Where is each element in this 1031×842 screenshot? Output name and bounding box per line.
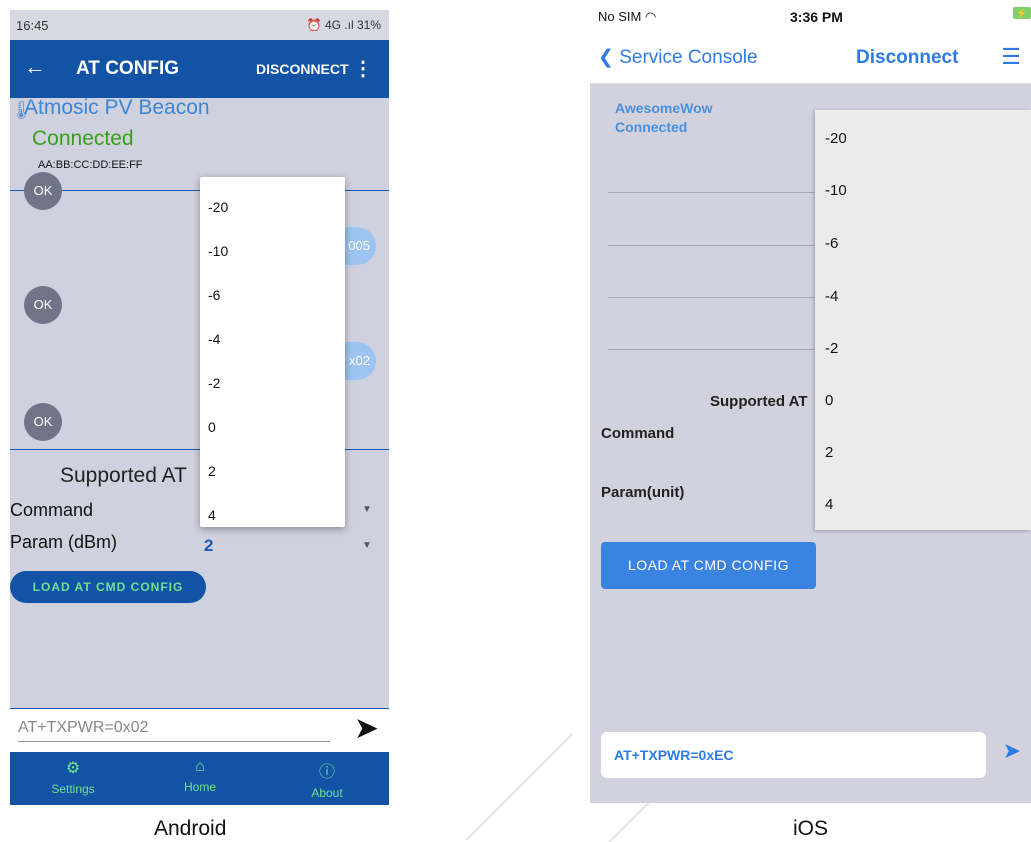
dropdown-option[interactable]: -20 [208,199,228,215]
comparison-screenshot: 16:45 ⏰ 4G .ıl 31% ← AT CONFIG DISCONNEC… [0,0,1031,842]
disconnect-button[interactable]: DISCONNECT [256,61,349,77]
param-picker-menu: -20 -10 -6 -4 -2 0 2 4 [815,110,1031,530]
gear-icon: ⚙ [65,760,81,777]
info-icon: ⓘ [318,764,335,781]
status-carrier: No SIM ◠ [598,9,656,25]
dropdown-option[interactable]: 4 [208,507,216,523]
watermark-stroke [465,733,574,841]
load-at-cmd-config-button[interactable]: LOAD AT CMD CONFIG [10,571,206,603]
device-name: AwesomeWow [615,100,713,116]
ok-bubble: OK [24,403,62,441]
dropdown-option[interactable]: 0 [208,419,216,435]
disconnect-button[interactable]: Disconnect [856,47,958,69]
status-time: 3:36 PM [790,9,843,25]
picker-option[interactable]: -20 [825,130,847,147]
supported-at-heading: Supported AT [60,464,187,487]
back-button[interactable]: ❮ Service Console [598,46,758,69]
chevron-down-icon[interactable]: ▼ [362,540,372,551]
load-at-cmd-config-button[interactable]: LOAD AT CMD CONFIG [601,542,816,589]
android-status-bar: 16:45 ⏰ 4G .ıl 31% [10,10,389,40]
bottom-navigation: ⚙ Settings ⌂ Home ⓘ About [10,752,389,805]
ios-caption: iOS [793,817,829,840]
dropdown-option[interactable]: -6 [208,287,220,303]
android-screen: 16:45 ⏰ 4G .ıl 31% ← AT CONFIG DISCONNEC… [10,10,389,805]
supported-at-heading: Supported AT [710,393,808,410]
divider [608,245,818,246]
status-time: 16:45 [16,18,49,33]
send-icon[interactable]: ➤ [354,711,379,746]
device-name: Atmosic PV Beacon [24,96,210,119]
nav-item-settings[interactable]: ⚙ Settings [23,758,123,796]
device-mac: AA:BB:CC:DD:EE:FF [38,159,143,171]
status-icons: ⏰ 4G .ıl 31% [306,18,381,32]
ok-bubble: OK [24,286,62,324]
nav-label: About [311,786,343,800]
dropdown-option[interactable]: -2 [208,375,220,391]
command-input[interactable]: AT+TXPWR=0xEC [601,732,986,778]
picker-option[interactable]: -10 [825,182,847,199]
android-app-bar: ← AT CONFIG DISCONNECT ⋮ [10,40,389,98]
back-label: Service Console [619,47,758,68]
ios-screen: No SIM ◠ 3:36 PM ⚡ ❮ Service Console Dis… [590,0,1031,803]
param-label: Param (dBm) [10,532,118,552]
command-input-area: AT+TXPWR=0x02 ➤ [10,708,389,752]
dropdown-option[interactable]: 2 [208,463,216,479]
ok-bubble: OK [24,172,62,210]
param-label: Param(unit) [601,484,685,501]
divider [608,297,818,298]
status-carrier-label: No SIM [598,9,642,24]
picker-option[interactable]: 2 [825,444,833,461]
picker-option[interactable]: 4 [825,496,833,513]
picker-option[interactable]: -6 [825,235,838,252]
command-input[interactable]: AT+TXPWR=0x02 [18,719,330,742]
nav-item-home[interactable]: ⌂ Home [150,758,250,794]
divider [608,349,818,350]
home-icon: ⌂ [195,758,205,775]
nav-label: Home [183,780,216,794]
wifi-icon: ◠ [644,9,657,24]
battery-icon: ⚡ [1013,7,1031,19]
picker-option[interactable]: -4 [825,288,838,305]
connection-status: Connected [615,119,688,135]
picker-option[interactable]: 0 [825,392,833,409]
chevron-down-icon[interactable]: ▼ [362,504,372,515]
command-label: Command [601,425,675,442]
nav-label: Settings [51,782,95,796]
back-arrow-icon[interactable]: ← [24,54,46,80]
nav-item-about[interactable]: ⓘ About [277,758,377,800]
android-caption: Android [154,817,227,840]
param-dropdown-menu: -20 -10 -6 -4 -2 0 2 4 [200,177,345,527]
ios-nav-bar: No SIM ◠ 3:36 PM ⚡ ❮ Service Console Dis… [590,0,1031,84]
connection-status: Connected [32,127,134,150]
chevron-left-icon: ❮ [598,47,614,68]
page-title: AT CONFIG [76,58,180,79]
param-select[interactable]: 2 [204,536,213,556]
hamburger-menu-icon[interactable]: ☰ [1001,44,1021,70]
command-label: Command [10,500,94,520]
send-icon[interactable]: ➤ [1003,738,1021,764]
dropdown-option[interactable]: -10 [208,243,228,259]
dropdown-option[interactable]: -4 [208,331,220,347]
picker-option[interactable]: -2 [825,340,838,357]
divider [608,192,818,193]
more-vert-icon[interactable]: ⋮ [353,56,373,81]
